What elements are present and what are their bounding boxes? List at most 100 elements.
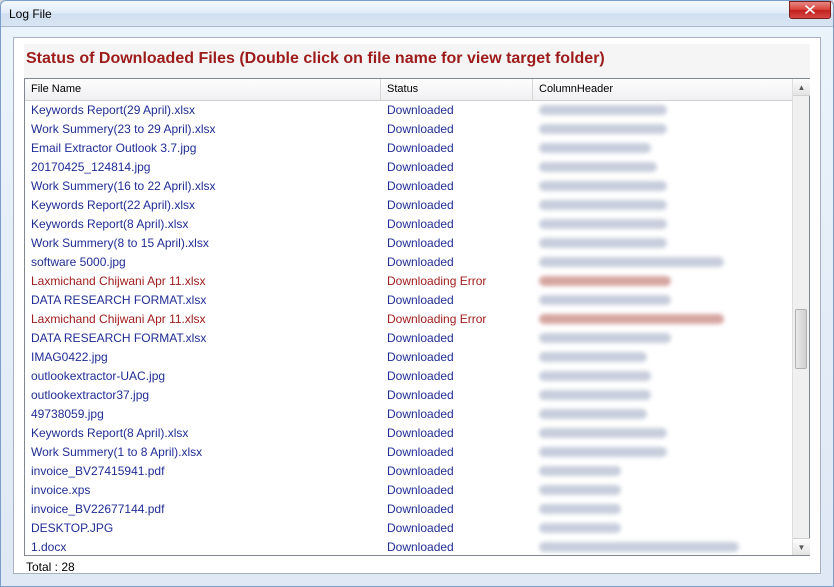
cell-file-name[interactable]: Keywords Report(29 April).xlsx xyxy=(25,101,381,120)
table-row[interactable]: 1.docxDownloaded xyxy=(25,538,792,555)
table-row[interactable]: IMAG0422.jpgDownloaded xyxy=(25,348,792,367)
cell-status: Downloaded xyxy=(381,500,533,519)
cell-status: Downloaded xyxy=(381,215,533,234)
total-label: Total : xyxy=(26,560,61,574)
vertical-scrollbar[interactable]: ▲ ▼ xyxy=(792,79,809,555)
cell-column-header xyxy=(533,329,792,348)
cell-status: Downloaded xyxy=(381,443,533,462)
cell-column-header xyxy=(533,196,792,215)
blurred-text xyxy=(539,143,651,153)
table-row[interactable]: Keywords Report(8 April).xlsxDownloaded xyxy=(25,424,792,443)
cell-status: Downloading Error xyxy=(381,272,533,291)
cell-column-header xyxy=(533,291,792,310)
table-row[interactable]: outlookextractor-UAC.jpgDownloaded xyxy=(25,367,792,386)
table-row[interactable]: Keywords Report(8 April).xlsxDownloaded xyxy=(25,215,792,234)
table-row[interactable]: Keywords Report(29 April).xlsxDownloaded xyxy=(25,101,792,120)
cell-column-header xyxy=(533,101,792,120)
cell-file-name[interactable]: Keywords Report(8 April).xlsx xyxy=(25,215,381,234)
cell-file-name[interactable]: DATA RESEARCH FORMAT.xlsx xyxy=(25,329,381,348)
cell-status: Downloaded xyxy=(381,196,533,215)
cell-file-name[interactable]: Email Extractor Outlook 3.7.jpg xyxy=(25,139,381,158)
cell-column-header xyxy=(533,462,792,481)
blurred-text xyxy=(539,352,647,362)
table-row[interactable]: invoice.xpsDownloaded xyxy=(25,481,792,500)
table-row[interactable]: Email Extractor Outlook 3.7.jpgDownloade… xyxy=(25,139,792,158)
cell-file-name[interactable]: software 5000.jpg xyxy=(25,253,381,272)
cell-status: Downloaded xyxy=(381,405,533,424)
cell-file-name[interactable]: 49738059.jpg xyxy=(25,405,381,424)
scroll-thumb[interactable] xyxy=(795,309,807,369)
cell-status: Downloaded xyxy=(381,101,533,120)
cell-status: Downloaded xyxy=(381,481,533,500)
cell-file-name[interactable]: IMAG0422.jpg xyxy=(25,348,381,367)
blurred-text xyxy=(539,219,667,229)
table-row[interactable]: Laxmichand Chijwani Apr 11.xlsxDownloadi… xyxy=(25,310,792,329)
cell-file-name[interactable]: Work Summery(23 to 29 April).xlsx xyxy=(25,120,381,139)
cell-column-header xyxy=(533,443,792,462)
cell-column-header xyxy=(533,234,792,253)
cell-file-name[interactable]: Work Summery(8 to 15 April).xlsx xyxy=(25,234,381,253)
cell-file-name[interactable]: 1.docx xyxy=(25,538,381,555)
title-bar[interactable]: Log File xyxy=(1,1,833,27)
table-row[interactable]: invoice_BV27415941.pdfDownloaded xyxy=(25,462,792,481)
cell-file-name[interactable]: Laxmichand Chijwani Apr 11.xlsx xyxy=(25,272,381,291)
table-row[interactable]: DATA RESEARCH FORMAT.xlsxDownloaded xyxy=(25,291,792,310)
table-row[interactable]: invoice_BV22677144.pdfDownloaded xyxy=(25,500,792,519)
table-row[interactable]: Keywords Report(22 April).xlsxDownloaded xyxy=(25,196,792,215)
cell-file-name[interactable]: invoice.xps xyxy=(25,481,381,500)
blurred-text xyxy=(539,390,651,400)
table-row[interactable]: Work Summery(23 to 29 April).xlsxDownloa… xyxy=(25,120,792,139)
panel-heading: Status of Downloaded Files (Double click… xyxy=(24,44,810,78)
cell-column-header xyxy=(533,538,792,555)
cell-file-name[interactable]: outlookextractor37.jpg xyxy=(25,386,381,405)
table-row[interactable]: DESKTOP.JPGDownloaded xyxy=(25,519,792,538)
column-status[interactable]: Status xyxy=(381,79,533,100)
window-title: Log File xyxy=(9,7,52,21)
log-file-window: Log File Status of Downloaded Files (Dou… xyxy=(0,0,834,587)
cell-file-name[interactable]: Work Summery(1 to 8 April).xlsx xyxy=(25,443,381,462)
cell-column-header xyxy=(533,158,792,177)
blurred-text xyxy=(539,485,621,495)
cell-file-name[interactable]: invoice_BV22677144.pdf xyxy=(25,500,381,519)
cell-file-name[interactable]: Work Summery(16 to 22 April).xlsx xyxy=(25,177,381,196)
cell-column-header xyxy=(533,405,792,424)
cell-file-name[interactable]: outlookextractor-UAC.jpg xyxy=(25,367,381,386)
main-panel: Status of Downloaded Files (Double click… xyxy=(13,37,821,574)
cell-status: Downloaded xyxy=(381,462,533,481)
blurred-text xyxy=(539,333,671,343)
table-row[interactable]: software 5000.jpgDownloaded xyxy=(25,253,792,272)
cell-status: Downloaded xyxy=(381,253,533,272)
scroll-down-arrow-icon[interactable]: ▼ xyxy=(793,538,810,555)
close-button[interactable] xyxy=(789,1,831,19)
cell-status: Downloaded xyxy=(381,348,533,367)
blurred-text xyxy=(539,371,651,381)
table-row[interactable]: DATA RESEARCH FORMAT.xlsxDownloaded xyxy=(25,329,792,348)
cell-status: Downloaded xyxy=(381,424,533,443)
cell-column-header xyxy=(533,500,792,519)
cell-file-name[interactable]: DESKTOP.JPG xyxy=(25,519,381,538)
column-header[interactable]: ColumnHeader xyxy=(533,79,809,100)
cell-file-name[interactable]: Laxmichand Chijwani Apr 11.xlsx xyxy=(25,310,381,329)
total-value: 28 xyxy=(61,560,74,574)
scroll-up-arrow-icon[interactable]: ▲ xyxy=(793,79,810,96)
cell-file-name[interactable]: DATA RESEARCH FORMAT.xlsx xyxy=(25,291,381,310)
table-row[interactable]: 49738059.jpgDownloaded xyxy=(25,405,792,424)
cell-column-header xyxy=(533,177,792,196)
cell-file-name[interactable]: invoice_BV27415941.pdf xyxy=(25,462,381,481)
table-row[interactable]: Work Summery(16 to 22 April).xlsxDownloa… xyxy=(25,177,792,196)
cell-column-header xyxy=(533,272,792,291)
table-row[interactable]: Work Summery(1 to 8 April).xlsxDownloade… xyxy=(25,443,792,462)
table-row[interactable]: Laxmichand Chijwani Apr 11.xlsxDownloadi… xyxy=(25,272,792,291)
cell-column-header xyxy=(533,519,792,538)
cell-file-name[interactable]: Keywords Report(22 April).xlsx xyxy=(25,196,381,215)
cell-status: Downloaded xyxy=(381,234,533,253)
cell-status: Downloaded xyxy=(381,158,533,177)
cell-file-name[interactable]: Keywords Report(8 April).xlsx xyxy=(25,424,381,443)
column-file-name[interactable]: File Name xyxy=(25,79,381,100)
table-row[interactable]: Work Summery(8 to 15 April).xlsxDownload… xyxy=(25,234,792,253)
table-row[interactable]: outlookextractor37.jpgDownloaded xyxy=(25,386,792,405)
table-row[interactable]: 20170425_124814.jpgDownloaded xyxy=(25,158,792,177)
blurred-text xyxy=(539,276,671,286)
blurred-text xyxy=(539,162,657,172)
cell-file-name[interactable]: 20170425_124814.jpg xyxy=(25,158,381,177)
